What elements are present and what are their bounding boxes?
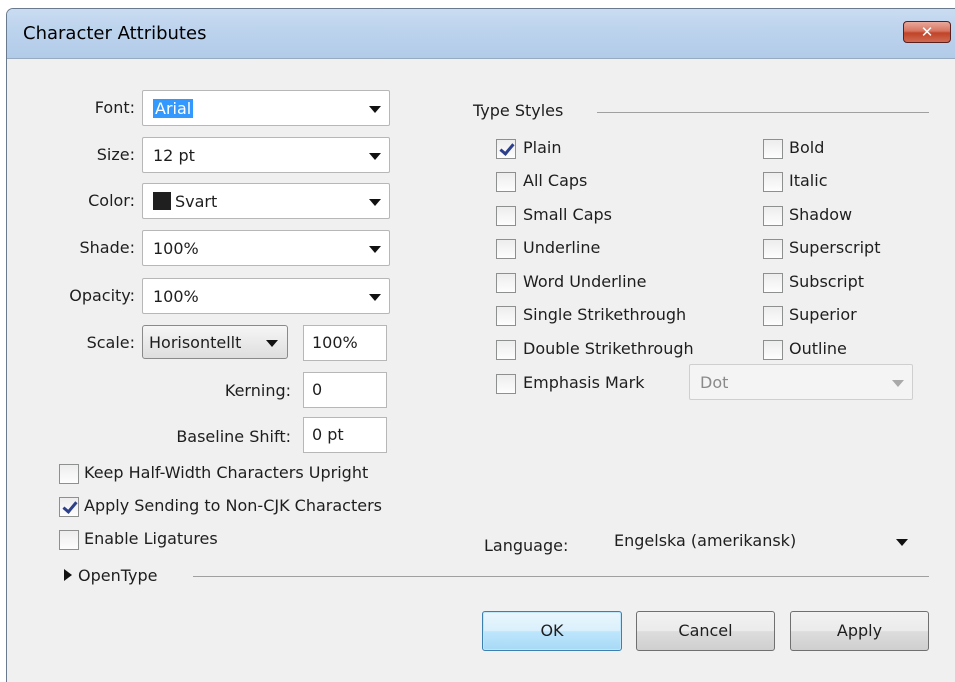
color-value: Svart xyxy=(153,192,217,211)
scale-value: 100% xyxy=(312,333,358,352)
expand-triangle-icon[interactable] xyxy=(64,569,72,581)
checkbox-label[interactable]: Apply Sending to Non-CJK Characters xyxy=(84,496,382,515)
checkbox-label[interactable]: Small Caps xyxy=(523,205,612,224)
checkbox-box[interactable] xyxy=(763,206,783,226)
type-styles-divider xyxy=(597,112,929,113)
checkbox-box[interactable] xyxy=(59,530,79,550)
checkbox-label[interactable]: Outline xyxy=(789,339,847,358)
checkbox-label[interactable]: Plain xyxy=(523,138,561,157)
kerning-label: Kerning: xyxy=(224,381,291,400)
dialog-title: Character Attributes xyxy=(23,23,207,44)
checkbox-label[interactable]: Enable Ligatures xyxy=(84,529,218,548)
language-select[interactable]: Engelska (amerikansk) xyxy=(603,520,917,562)
chevron-down-icon xyxy=(369,199,381,206)
checkbox-box[interactable] xyxy=(59,497,79,517)
checkbox-box[interactable] xyxy=(496,306,516,326)
kerning-value: 0 xyxy=(312,380,323,399)
checkbox-label[interactable]: Single Strikethrough xyxy=(523,305,686,324)
type-styles-heading: Type Styles xyxy=(473,101,564,120)
checkbox-box[interactable] xyxy=(763,139,783,159)
checkbox-label[interactable]: Shadow xyxy=(789,205,852,224)
checkbox-box[interactable] xyxy=(763,340,783,360)
apply-button[interactable]: Apply xyxy=(790,611,929,651)
chevron-down-icon xyxy=(892,380,904,387)
checkbox-label[interactable]: Subscript xyxy=(789,272,864,291)
size-label: Size: xyxy=(96,145,135,164)
checkbox-label[interactable]: Bold xyxy=(789,138,824,157)
baseline-shift-value: 0 pt xyxy=(312,425,344,444)
color-select[interactable]: Svart xyxy=(142,183,390,219)
checkbox-box[interactable] xyxy=(59,464,79,484)
checkbox-box[interactable] xyxy=(763,172,783,192)
checkbox-label[interactable]: Double Strikethrough xyxy=(523,339,694,358)
checkbox-label[interactable]: Underline xyxy=(523,238,600,257)
scale-mode-select[interactable]: Horisontellt xyxy=(142,325,288,359)
chevron-down-icon xyxy=(369,294,381,301)
checkbox-box[interactable] xyxy=(496,139,516,159)
color-swatch xyxy=(153,192,171,210)
chevron-down-icon xyxy=(266,340,278,347)
title-bar: Character Attributes ✕ xyxy=(7,9,955,59)
checkbox-box[interactable] xyxy=(496,273,516,293)
shade-select[interactable]: 100% xyxy=(142,230,390,266)
shade-label: Shade: xyxy=(79,238,136,257)
chevron-down-icon xyxy=(369,246,381,253)
size-select[interactable]: 12 pt xyxy=(142,137,390,173)
scale-input[interactable]: 100% xyxy=(303,325,387,361)
kerning-input[interactable]: 0 xyxy=(303,372,387,408)
checkbox-label[interactable]: Keep Half-Width Characters Upright xyxy=(84,463,368,482)
checkbox-label[interactable]: All Caps xyxy=(523,171,587,190)
size-value: 12 pt xyxy=(153,146,195,165)
shade-value: 100% xyxy=(153,239,199,258)
font-value: Arial xyxy=(153,99,194,118)
checkbox-box[interactable] xyxy=(496,340,516,360)
opentype-divider xyxy=(193,576,929,577)
opacity-select[interactable]: 100% xyxy=(142,278,390,314)
emphasis-mark-select[interactable]: Dot xyxy=(689,364,913,400)
ok-button[interactable]: OK xyxy=(482,611,622,651)
font-label: Font: xyxy=(94,98,135,117)
cancel-button[interactable]: Cancel xyxy=(636,611,775,651)
checkbox-box[interactable] xyxy=(496,206,516,226)
baseline-shift-input[interactable]: 0 pt xyxy=(303,417,387,453)
checkbox-box[interactable] xyxy=(763,239,783,259)
chevron-down-icon xyxy=(369,106,381,113)
emphasis-mark-value: Dot xyxy=(700,373,729,392)
chevron-down-icon xyxy=(896,539,908,546)
dialog-body: Font: Arial Size: 12 pt Color: Svart Sha… xyxy=(7,60,955,682)
checkbox-box[interactable] xyxy=(496,172,516,192)
language-label: Language: xyxy=(484,536,569,555)
opacity-label: Opacity: xyxy=(69,286,135,305)
checkbox-label[interactable]: Italic xyxy=(789,171,827,190)
checkbox-box[interactable] xyxy=(496,239,516,259)
checkbox-label[interactable]: Word Underline xyxy=(523,272,647,291)
scale-mode-value: Horisontellt xyxy=(149,333,242,352)
checkbox-box[interactable] xyxy=(496,374,516,394)
font-select[interactable]: Arial xyxy=(142,90,390,126)
close-button[interactable]: ✕ xyxy=(903,21,951,43)
opentype-label[interactable]: OpenType xyxy=(78,566,157,585)
checkbox-box[interactable] xyxy=(763,306,783,326)
checkbox-label[interactable]: Superior xyxy=(789,305,857,324)
checkbox-box[interactable] xyxy=(763,273,783,293)
checkbox-label[interactable]: Emphasis Mark xyxy=(523,373,644,392)
close-icon: ✕ xyxy=(920,23,934,41)
opacity-value: 100% xyxy=(153,287,199,306)
character-attributes-dialog: Character Attributes ✕ Font: Arial Size:… xyxy=(6,8,955,682)
baseline-shift-label: Baseline Shift: xyxy=(176,427,291,446)
scale-label: Scale: xyxy=(86,333,135,352)
checkbox-label[interactable]: Superscript xyxy=(789,238,880,257)
chevron-down-icon xyxy=(369,153,381,160)
color-label: Color: xyxy=(88,191,135,210)
language-value: Engelska (amerikansk) xyxy=(614,531,797,550)
